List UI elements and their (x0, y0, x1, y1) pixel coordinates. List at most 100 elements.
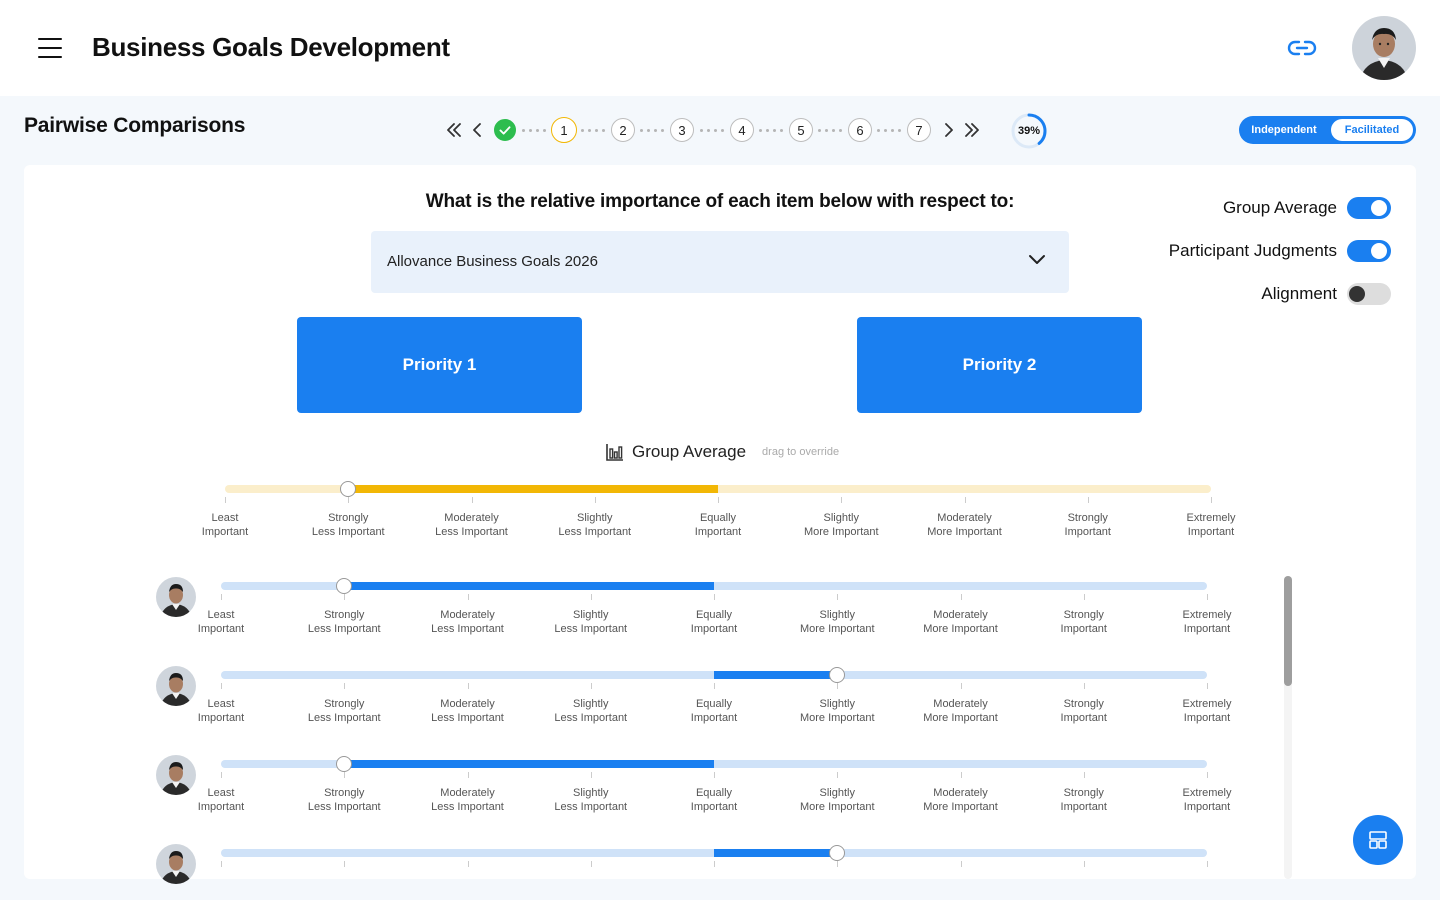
scale-label-line2: Less Important (307, 623, 381, 635)
participant-judgments-switch[interactable] (1347, 240, 1391, 262)
step-3[interactable]: 3 (670, 118, 694, 142)
previous-step-icon[interactable] (468, 120, 488, 140)
scale-tick (344, 772, 346, 778)
scale-label-line1: Strongly (1063, 787, 1104, 799)
scale-label: Strongly Less Important (294, 786, 394, 814)
scale-label: Least Important (171, 697, 271, 725)
scale-tick (837, 594, 839, 600)
group-average-slider-thumb[interactable] (340, 481, 357, 497)
participant-judgments-toggle-row: Participant Judgments (1169, 240, 1391, 262)
scale-tick (837, 861, 839, 867)
participant-3-slider-fill (344, 760, 714, 768)
scale-tick (471, 497, 473, 503)
participant-1-slider-thumb[interactable] (336, 578, 353, 594)
scale-label-line1: Extremely (1182, 698, 1232, 710)
scale-label-line1: Moderately (440, 698, 495, 710)
scale-tick (348, 497, 350, 503)
scale-label: Strongly Important (1034, 608, 1134, 636)
last-step-icon[interactable] (962, 120, 982, 140)
group-average-switch[interactable] (1347, 197, 1391, 219)
alignment-switch[interactable] (1347, 283, 1391, 305)
drag-hint: drag to override (762, 446, 840, 458)
scale-tick (590, 772, 592, 778)
scale-label: Equally Important (664, 786, 764, 814)
scale-label-line2: Important (690, 712, 738, 724)
priority-2-card[interactable]: Priority 2 (857, 317, 1142, 413)
scale-label: Strongly Less Important (294, 608, 394, 636)
scale-label-line1: Strongly (1063, 609, 1104, 621)
scale-tick (1211, 497, 1212, 503)
scale-tick (225, 497, 226, 503)
scale-label: Slightly More Important (787, 697, 887, 725)
step-5[interactable]: 5 (789, 118, 813, 142)
scale-tick (590, 594, 592, 600)
scale-tick (221, 861, 222, 867)
step-completed-check-icon[interactable] (494, 119, 516, 141)
scale-tick (221, 683, 222, 689)
scale-label: Slightly Less Important (545, 511, 645, 539)
step-navigator: 1 2 3 4 5 6 7 (440, 116, 1000, 144)
scale-label-line2: More Important (923, 801, 998, 813)
scale-label-line2: Important (1060, 712, 1107, 724)
scale-label: Moderately Less Important (422, 511, 522, 539)
scale-tick (467, 594, 469, 600)
app-header: Business Goals Development (0, 0, 1440, 96)
link-icon[interactable] (1286, 38, 1318, 58)
scale-tick (714, 683, 715, 689)
scale-label-line2: Less Important (554, 801, 628, 813)
participant-2-slider-thumb[interactable] (829, 667, 846, 683)
scale-tick (837, 772, 839, 778)
scale-label: Moderately More Important (915, 511, 1015, 539)
scale-label-line1: Moderately (933, 787, 988, 799)
participant-4-slider-thumb[interactable] (829, 845, 846, 861)
scale-tick (964, 497, 966, 503)
scale-label-line1: Moderately (933, 609, 988, 621)
hamburger-menu-icon[interactable] (38, 37, 62, 59)
step-7[interactable]: 7 (907, 118, 931, 142)
scale-label: Equally Important (664, 697, 764, 725)
next-step-icon[interactable] (938, 120, 958, 140)
step-4[interactable]: 4 (730, 118, 754, 142)
scale-tick (594, 497, 596, 503)
scale-label-line1: Extremely (1186, 512, 1236, 524)
scrollbar-thumb[interactable] (1284, 576, 1292, 686)
scale-tick (1207, 594, 1208, 600)
scale-tick (1087, 497, 1089, 503)
scale-tick (714, 861, 715, 867)
scale-label: Least Important (171, 608, 271, 636)
scale-tick (960, 594, 962, 600)
first-step-icon[interactable] (444, 120, 464, 140)
user-avatar[interactable] (1352, 16, 1416, 80)
step-1[interactable]: 1 (551, 117, 577, 143)
step-separator (522, 129, 546, 133)
step-6[interactable]: 6 (848, 118, 872, 142)
scale-label-line2: Important (1183, 623, 1231, 635)
mode-facilitated-option[interactable]: Facilitated (1331, 119, 1413, 141)
step-2[interactable]: 2 (611, 118, 635, 142)
scale-label-line1: Slightly (573, 698, 609, 710)
scale-label-line2: More Important (799, 712, 875, 724)
scale-label-line2: More Important (799, 801, 875, 813)
participant-3-slider-thumb[interactable] (336, 756, 353, 772)
group-average-toggle-label: Group Average (1222, 198, 1337, 217)
scale-label-line1: Slightly (819, 609, 855, 621)
scale-label: Moderately More Important (911, 608, 1011, 636)
scale-label-line1: Least (207, 609, 235, 621)
priority-1-card[interactable]: Priority 1 (297, 317, 582, 413)
scale-label-line1: Strongly (1067, 512, 1108, 524)
participant-judgments-toggle-label: Participant Judgments (1168, 241, 1337, 260)
mode-independent-option[interactable]: Independent (1243, 119, 1325, 141)
scale-label-line2: Less Important (554, 712, 628, 724)
scale-label-line2: Less Important (431, 712, 504, 724)
layout-button[interactable] (1353, 815, 1403, 865)
step-separator (818, 129, 842, 133)
scale-label-line1: Equally (695, 609, 733, 621)
scale-label: Moderately More Important (911, 786, 1011, 814)
scale-label-line2: Important (201, 526, 249, 538)
scale-label: Extremely Important (1157, 608, 1257, 636)
objective-dropdown[interactable]: Allovance Business Goals 2026 (371, 231, 1069, 293)
scale-label-line1: Equally (695, 698, 733, 710)
scale-tick (1083, 861, 1085, 867)
mode-toggle: Independent Facilitated (1239, 116, 1416, 144)
scale-label: Strongly Important (1038, 511, 1138, 539)
